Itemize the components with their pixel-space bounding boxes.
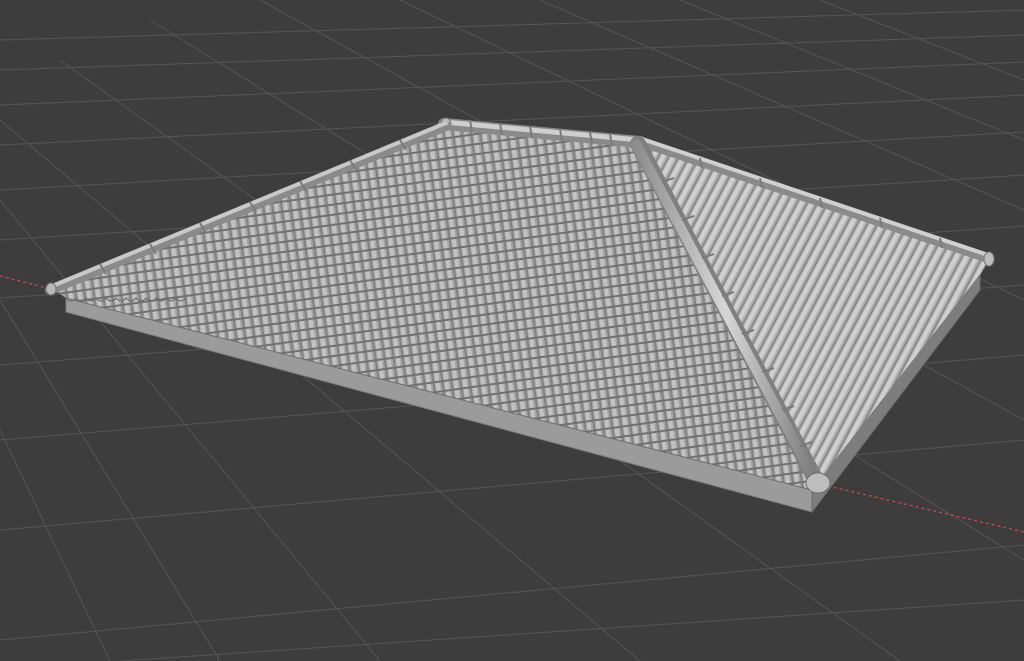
3d-viewport[interactable]	[0, 0, 1024, 661]
viewport-canvas[interactable]	[0, 0, 1024, 661]
roof-mesh[interactable]	[45, 117, 995, 514]
